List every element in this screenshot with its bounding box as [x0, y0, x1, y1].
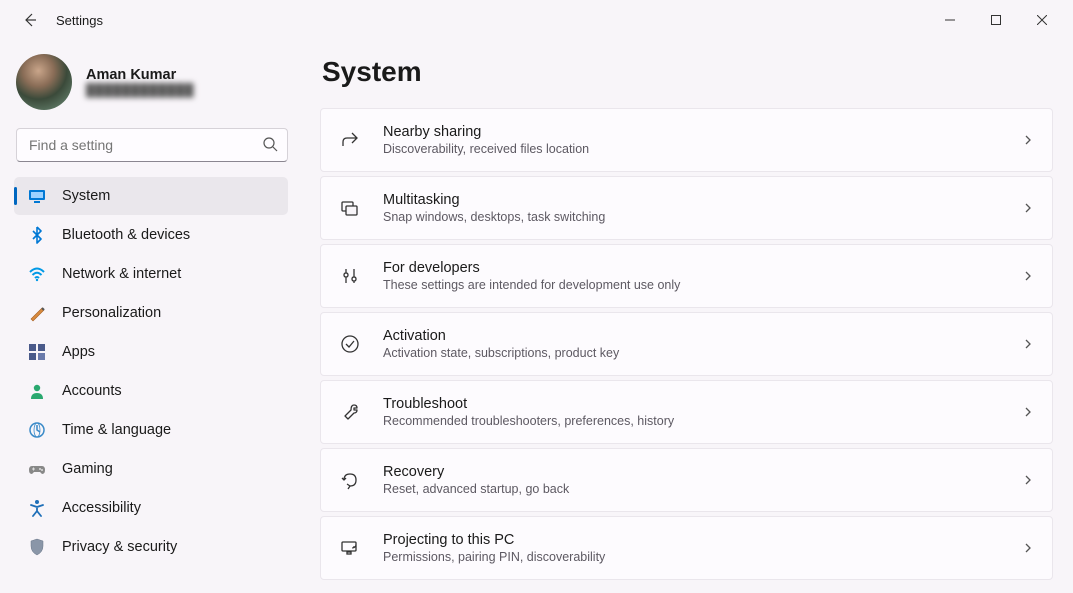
card-multitasking[interactable]: Multitasking Snap windows, desktops, task… — [320, 176, 1053, 240]
recovery-icon — [339, 469, 361, 491]
card-title: Multitasking — [383, 192, 1022, 208]
card-title: Troubleshoot — [383, 396, 1022, 412]
chevron-right-icon — [1022, 338, 1034, 350]
multitasking-icon — [339, 197, 361, 219]
profile-email: ████████████ — [86, 83, 194, 97]
chevron-right-icon — [1022, 474, 1034, 486]
card-desc: Snap windows, desktops, task switching — [383, 210, 1022, 224]
main-content: System Nearby sharing Discoverability, re… — [300, 40, 1073, 593]
shield-icon — [28, 538, 46, 556]
clock-globe-icon — [28, 421, 46, 439]
chevron-right-icon — [1022, 134, 1034, 146]
minimize-button[interactable] — [927, 4, 973, 36]
chevron-right-icon — [1022, 270, 1034, 282]
nav-item-time[interactable]: Time & language — [14, 411, 288, 449]
nav-label: Accessibility — [62, 500, 141, 516]
system-icon — [28, 187, 46, 205]
arrow-left-icon — [22, 12, 38, 28]
profile-block[interactable]: Aman Kumar ████████████ — [10, 48, 294, 124]
card-desc: Reset, advanced startup, go back — [383, 482, 1022, 496]
profile-name: Aman Kumar — [86, 67, 194, 83]
nav-item-network[interactable]: Network & internet — [14, 255, 288, 293]
chevron-right-icon — [1022, 406, 1034, 418]
card-desc: Discoverability, received files location — [383, 142, 1022, 156]
accessibility-icon — [28, 499, 46, 517]
nav-label: Accounts — [62, 383, 122, 399]
sidebar: Aman Kumar ████████████ System Bluetooth… — [0, 40, 300, 593]
card-projecting[interactable]: Projecting to this PC Permissions, pairin… — [320, 516, 1053, 580]
nav-item-accessibility[interactable]: Accessibility — [14, 489, 288, 527]
search-input[interactable] — [16, 128, 288, 162]
paintbrush-icon — [28, 304, 46, 322]
close-button[interactable] — [1019, 4, 1065, 36]
nav-item-system[interactable]: System — [14, 177, 288, 215]
nav-list: System Bluetooth & devices Network & int… — [10, 176, 294, 593]
person-icon — [28, 382, 46, 400]
nav-label: Privacy & security — [62, 539, 177, 555]
card-desc: These settings are intended for developm… — [383, 278, 1022, 292]
nav-label: Apps — [62, 344, 95, 360]
projecting-icon — [339, 537, 361, 559]
nav-label: Bluetooth & devices — [62, 227, 190, 243]
chevron-right-icon — [1022, 542, 1034, 554]
wifi-icon — [28, 265, 46, 283]
apps-icon — [28, 343, 46, 361]
maximize-icon — [991, 15, 1001, 25]
nav-label: Time & language — [62, 422, 171, 438]
nav-label: Gaming — [62, 461, 113, 477]
nav-item-bluetooth[interactable]: Bluetooth & devices — [14, 216, 288, 254]
nav-label: Personalization — [62, 305, 161, 321]
nav-item-apps[interactable]: Apps — [14, 333, 288, 371]
close-icon — [1037, 15, 1047, 25]
window-title: Settings — [56, 13, 103, 28]
card-title: Projecting to this PC — [383, 532, 1022, 548]
gamepad-icon — [28, 460, 46, 478]
avatar — [16, 54, 72, 110]
checkmark-circle-icon — [339, 333, 361, 355]
chevron-right-icon — [1022, 202, 1034, 214]
card-desc: Activation state, subscriptions, product… — [383, 346, 1022, 360]
card-for-developers[interactable]: For developers These settings are intende… — [320, 244, 1053, 308]
card-desc: Permissions, pairing PIN, discoverabilit… — [383, 550, 1022, 564]
search-container — [16, 128, 288, 162]
maximize-button[interactable] — [973, 4, 1019, 36]
nav-label: Network & internet — [62, 266, 181, 282]
card-title: Activation — [383, 328, 1022, 344]
bluetooth-icon — [28, 226, 46, 244]
page-heading: System — [322, 56, 1053, 88]
card-title: Nearby sharing — [383, 124, 1022, 140]
card-activation[interactable]: Activation Activation state, subscription… — [320, 312, 1053, 376]
minimize-icon — [945, 15, 955, 25]
nav-item-accounts[interactable]: Accounts — [14, 372, 288, 410]
card-title: Recovery — [383, 464, 1022, 480]
titlebar: Settings — [0, 0, 1073, 40]
card-title: For developers — [383, 260, 1022, 276]
nav-label: System — [62, 188, 110, 204]
share-icon — [339, 129, 361, 151]
card-desc: Recommended troubleshooters, preferences… — [383, 414, 1022, 428]
card-nearby-sharing[interactable]: Nearby sharing Discoverability, received … — [320, 108, 1053, 172]
nav-item-gaming[interactable]: Gaming — [14, 450, 288, 488]
nav-item-privacy[interactable]: Privacy & security — [14, 528, 288, 566]
card-recovery[interactable]: Recovery Reset, advanced startup, go back — [320, 448, 1053, 512]
nav-item-personalization[interactable]: Personalization — [14, 294, 288, 332]
wrench-icon — [339, 401, 361, 423]
tools-icon — [339, 265, 361, 287]
search-icon — [262, 136, 278, 152]
card-troubleshoot[interactable]: Troubleshoot Recommended troubleshooters,… — [320, 380, 1053, 444]
back-button[interactable] — [14, 4, 46, 36]
